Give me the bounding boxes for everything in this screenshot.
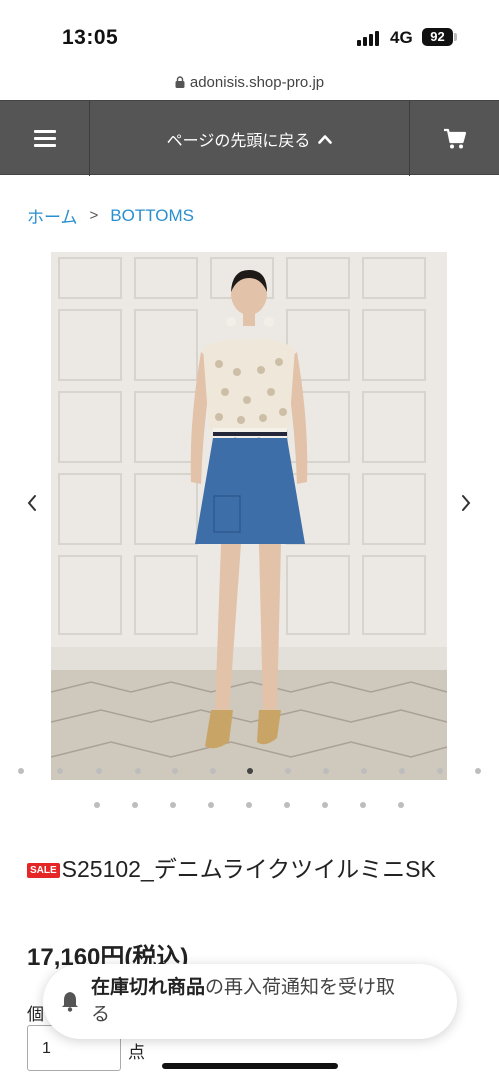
thumbnail-dot[interactable] <box>94 802 100 808</box>
quantity-label: 個 <box>27 1005 44 1024</box>
network-type: 4G <box>390 28 413 47</box>
carousel-dot[interactable] <box>57 768 63 774</box>
thumbnail-dot[interactable] <box>132 802 138 808</box>
sale-badge: SALE <box>27 863 60 878</box>
breadcrumb: ホーム > BOTTOMS <box>27 203 194 228</box>
carousel-dot[interactable] <box>475 768 481 774</box>
product-title: SALE S25102_デニムライクツイルミニSK <box>27 850 467 888</box>
product-photo-illustration <box>51 252 447 780</box>
thumbnail-dot[interactable] <box>246 802 252 808</box>
battery-tip <box>454 33 457 41</box>
signal-icon <box>357 30 383 46</box>
cart-button[interactable] <box>410 101 499 176</box>
carousel-dot[interactable] <box>172 768 178 774</box>
cart-icon <box>443 128 466 148</box>
status-bar: 13:05 4G 92 <box>0 0 499 72</box>
lock-icon <box>175 76 185 88</box>
thumbnail-dots <box>0 802 499 812</box>
carousel-dot-active[interactable] <box>247 768 253 774</box>
product-title-text: S25102_デニムライクツイルミニSK <box>61 856 436 882</box>
hamburger-icon <box>33 129 56 148</box>
back-to-top-label: ページの先頭に戻る <box>166 132 311 150</box>
thumbnail-dot[interactable] <box>284 802 290 808</box>
carousel-dot[interactable] <box>135 768 141 774</box>
restock-text-bold: 在庫切れ商品 <box>91 977 206 998</box>
thumbnail-dot[interactable] <box>322 802 328 808</box>
breadcrumb-home-link[interactable]: ホーム <box>27 203 78 228</box>
quantity-unit: 点 <box>128 1043 145 1062</box>
carousel-dot[interactable] <box>399 768 405 774</box>
carousel-dot[interactable] <box>361 768 367 774</box>
menu-button[interactable] <box>0 101 90 176</box>
battery-icon: 92 <box>422 28 453 46</box>
address-bar[interactable]: adonisis.shop-pro.jp <box>0 74 499 91</box>
carousel-dot[interactable] <box>323 768 329 774</box>
chevron-up-icon <box>318 134 333 144</box>
carousel-dot[interactable] <box>285 768 291 774</box>
thumbnail-dot[interactable] <box>170 802 176 808</box>
restock-text: 在庫切れ商品の再入荷通知を受け取る <box>91 974 411 1028</box>
url-text: adonisis.shop-pro.jp <box>189 74 325 91</box>
carousel-dot[interactable] <box>437 768 443 774</box>
thumbnail-dot[interactable] <box>360 802 366 808</box>
top-nav-bar: ページの先頭に戻る <box>0 100 499 176</box>
status-time: 13:05 <box>62 26 119 49</box>
chevron-left-icon[interactable] <box>25 492 39 514</box>
thumbnail-dot[interactable] <box>208 802 214 808</box>
carousel-dot[interactable] <box>96 768 102 774</box>
breadcrumb-separator: > <box>89 207 99 224</box>
carousel-dot[interactable] <box>18 768 24 774</box>
thumbnail-dot[interactable] <box>398 802 404 808</box>
home-indicator[interactable] <box>162 1063 338 1069</box>
carousel-dot[interactable] <box>210 768 216 774</box>
breadcrumb-bottoms-link[interactable]: BOTTOMS <box>110 206 194 226</box>
restock-notify-button[interactable]: 在庫切れ商品の再入荷通知を受け取る <box>43 964 457 1039</box>
back-to-top-button[interactable]: ページの先頭に戻る <box>90 101 410 176</box>
chevron-right-icon[interactable] <box>459 492 473 514</box>
product-image[interactable] <box>51 252 447 780</box>
carousel-dots <box>0 768 499 780</box>
bell-icon <box>62 992 78 1012</box>
